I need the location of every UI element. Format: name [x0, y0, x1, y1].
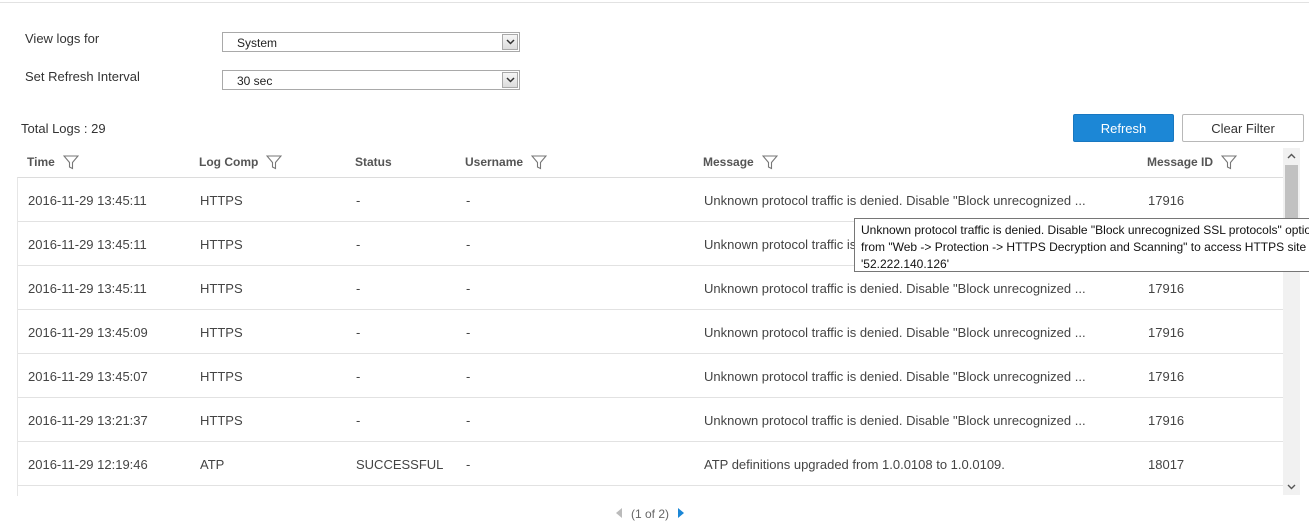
- cell-username: -: [466, 369, 471, 384]
- cell-time: 2016-11-29 13:45:11: [28, 193, 147, 208]
- funnel-icon[interactable]: [761, 154, 778, 170]
- view-logs-select[interactable]: System: [222, 32, 520, 52]
- pagination: (1 of 2): [615, 507, 685, 521]
- arrow-left-icon[interactable]: [615, 507, 623, 521]
- message-tooltip: Unknown protocol traffic is denied. Disa…: [854, 218, 1309, 272]
- cell-message: Unknown protocol traffic is denied. Disa…: [704, 369, 1086, 384]
- column-header-log-comp[interactable]: Log Comp: [199, 153, 283, 171]
- cell-message-id: 17916: [1148, 325, 1185, 340]
- cell-message-id: 17916: [1148, 193, 1185, 208]
- cell-time: 2016-11-29 13:45:09: [28, 325, 148, 340]
- table-row[interactable]: 2016-11-29 13:45:07 HTTPS - - Unknown pr…: [18, 354, 1284, 398]
- cell-message-id: 18017: [1148, 457, 1185, 472]
- table-row[interactable]: 2016-11-29 12:19:46 ATP SUCCESSFUL - ATP…: [18, 442, 1284, 486]
- cell-time: 2016-11-29 13:45:11: [28, 281, 147, 296]
- column-header-label: Username: [465, 155, 524, 169]
- funnel-icon[interactable]: [1221, 154, 1238, 170]
- cell-time: 2016-11-29 12:19:46: [28, 457, 148, 472]
- cell-message-id: 17916: [1148, 413, 1185, 428]
- chevron-down-icon[interactable]: [502, 34, 518, 50]
- funnel-icon[interactable]: [266, 154, 283, 170]
- refresh-interval-label: Set Refresh Interval: [25, 69, 140, 84]
- clear-filter-button[interactable]: Clear Filter: [1182, 114, 1304, 142]
- cell-username: -: [466, 413, 471, 428]
- table-row[interactable]: 2016-11-29 13:21:37 HTTPS - - Unknown pr…: [18, 398, 1284, 442]
- cell-log-comp: HTTPS: [200, 413, 243, 428]
- page-indicator: (1 of 2): [631, 507, 670, 521]
- cell-log-comp: HTTPS: [200, 193, 243, 208]
- view-logs-value: System: [237, 36, 278, 50]
- funnel-icon[interactable]: [62, 154, 79, 170]
- top-divider: [0, 2, 1309, 3]
- cell-message: ATP definitions upgraded from 1.0.0108 t…: [704, 457, 1005, 472]
- cell-time: 2016-11-29 13:45:07: [28, 369, 148, 384]
- cell-message: Unknown protocol traffic is denied. Disa…: [704, 413, 1086, 428]
- cell-status: -: [356, 281, 361, 296]
- column-header-label: Status: [355, 155, 392, 169]
- cell-log-comp: HTTPS: [200, 325, 243, 340]
- cell-status: SUCCESSFUL: [356, 457, 444, 472]
- cell-username: -: [466, 237, 471, 252]
- table-row[interactable]: 2016-11-29 13:45:11 HTTPS - - Unknown pr…: [18, 178, 1284, 222]
- arrow-up-icon[interactable]: [1283, 148, 1300, 164]
- refresh-interval-select[interactable]: 30 sec: [222, 70, 520, 90]
- column-header-message-id[interactable]: Message ID: [1147, 153, 1238, 171]
- column-header-label: Message ID: [1147, 155, 1214, 169]
- tooltip-line: from "Web -> Protection -> HTTPS Decrypt…: [861, 240, 1309, 254]
- table-scrollbar[interactable]: [1283, 148, 1300, 495]
- cell-message: Unknown protocol traffic is denied. Disa…: [704, 325, 1086, 340]
- column-header-label: Log Comp: [199, 155, 259, 169]
- cell-log-comp: HTTPS: [200, 369, 243, 384]
- cell-status: -: [356, 237, 361, 252]
- cell-message-id: 17916: [1148, 281, 1185, 296]
- cell-username: -: [466, 281, 471, 296]
- arrow-right-icon[interactable]: [677, 507, 685, 521]
- cell-message: Unknown protocol traffic is denied. Disa…: [704, 193, 1086, 208]
- tooltip-line: '52.222.140.126': [861, 257, 949, 271]
- cell-status: -: [356, 193, 361, 208]
- refresh-interval-value: 30 sec: [237, 74, 273, 88]
- scroll-thumb[interactable]: [1285, 165, 1298, 225]
- tooltip-line: Unknown protocol traffic is denied. Disa…: [861, 223, 1309, 237]
- cell-time: 2016-11-29 13:45:11: [28, 237, 147, 252]
- cell-status: -: [356, 369, 361, 384]
- cell-log-comp: HTTPS: [200, 281, 243, 296]
- arrow-down-icon[interactable]: [1283, 479, 1300, 495]
- cell-message: Unknown protocol traffic is denied. Disa…: [704, 281, 1086, 296]
- column-header-time[interactable]: Time: [27, 153, 79, 171]
- cell-log-comp: ATP: [200, 457, 225, 472]
- column-header-label: Message: [703, 155, 754, 169]
- funnel-icon[interactable]: [531, 154, 548, 170]
- table-row[interactable]: 2016-11-29 13:45:11 HTTPS - - Unknown pr…: [18, 266, 1284, 310]
- table-row[interactable]: 2016-11-29 13:45:09 HTTPS - - Unknown pr…: [18, 310, 1284, 354]
- cell-message-id: 17916: [1148, 369, 1185, 384]
- refresh-button[interactable]: Refresh: [1073, 114, 1174, 142]
- column-header-status[interactable]: Status: [355, 153, 392, 171]
- column-header-message[interactable]: Message: [703, 153, 778, 171]
- total-logs-count: Total Logs : 29: [21, 121, 106, 136]
- cell-log-comp: HTTPS: [200, 237, 243, 252]
- cell-time: 2016-11-29 13:21:37: [28, 413, 148, 428]
- table-row[interactable]: [18, 486, 1284, 496]
- column-header-username[interactable]: Username: [465, 153, 548, 171]
- view-logs-label: View logs for: [25, 31, 100, 46]
- cell-username: -: [466, 193, 471, 208]
- column-header-label: Time: [27, 155, 55, 169]
- chevron-down-icon[interactable]: [502, 72, 518, 88]
- cell-username: -: [466, 325, 471, 340]
- cell-username: -: [466, 457, 471, 472]
- cell-status: -: [356, 413, 361, 428]
- cell-status: -: [356, 325, 361, 340]
